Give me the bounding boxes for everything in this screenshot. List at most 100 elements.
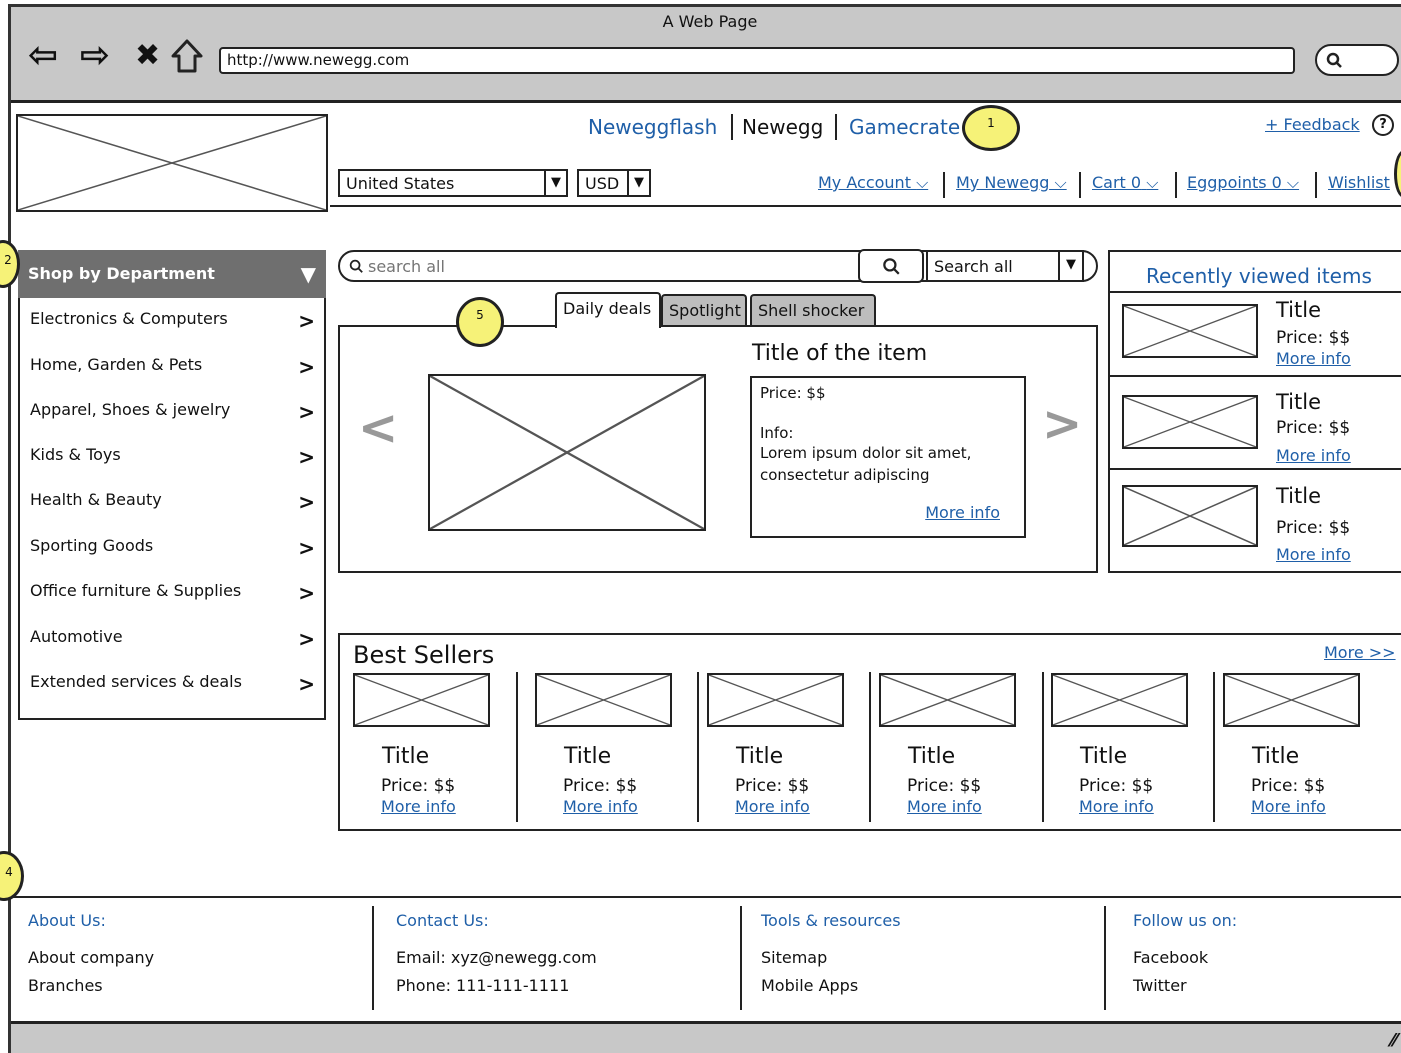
chevron-down-icon: ⌵: [1146, 173, 1159, 192]
best-seller-more-info[interactable]: More info: [563, 797, 638, 816]
chevron-down-icon: ⌵: [916, 173, 929, 192]
best-seller-more-info[interactable]: More info: [1251, 797, 1326, 816]
footer-heading-tools: Tools & resources: [761, 911, 901, 930]
country-select[interactable]: United States ▼: [338, 169, 568, 197]
best-seller-image[interactable]: [1223, 673, 1360, 727]
dept-label: Home, Garden & Pets: [30, 355, 203, 374]
site-link-gamecrate[interactable]: Gamecrate: [849, 115, 960, 139]
tab-spotlight[interactable]: Spotlight: [661, 294, 747, 328]
chevron-right-icon: >: [298, 400, 315, 424]
best-seller-image[interactable]: [353, 673, 490, 727]
best-seller-image[interactable]: [879, 673, 1016, 727]
footer-link[interactable]: Mobile Apps: [761, 976, 858, 995]
search-button[interactable]: [858, 249, 924, 283]
carousel-prev-icon[interactable]: <: [358, 400, 398, 456]
best-sellers-more-link[interactable]: More >>: [1324, 643, 1396, 662]
my-newegg-label: My Newegg: [956, 173, 1050, 192]
my-account-link[interactable]: My Account ⌵: [818, 173, 928, 193]
site-link-neweggflash[interactable]: Neweggflash: [588, 115, 717, 139]
divider: [1110, 375, 1401, 377]
best-seller-title: Title: [1252, 744, 1300, 769]
footer-phone: Phone: 111-111-1111: [396, 976, 570, 995]
dept-item-apparel[interactable]: Apparel, Shoes & jewelry >: [30, 400, 315, 424]
country-select-value: United States: [346, 174, 455, 193]
best-seller-price: Price: $$: [381, 776, 456, 796]
annotation-callout: 1: [962, 105, 1020, 151]
stop-icon[interactable]: ✖: [135, 38, 160, 74]
home-icon[interactable]: [170, 38, 204, 74]
best-seller-image[interactable]: [1051, 673, 1188, 727]
recent-item-more-info[interactable]: More info: [1276, 545, 1351, 564]
feedback-link[interactable]: + Feedback: [1265, 115, 1360, 134]
recent-item-image[interactable]: [1122, 485, 1258, 547]
search-icon: [1326, 52, 1342, 68]
best-seller-price: Price: $$: [1079, 776, 1154, 796]
deal-info-box: Price: $$ Info: Lorem ipsum dolor sit am…: [750, 376, 1026, 538]
cart-link[interactable]: Cart 0 ⌵: [1092, 173, 1158, 193]
best-seller-title: Title: [908, 744, 956, 769]
dept-item-kids-toys[interactable]: Kids & Toys >: [30, 445, 315, 469]
footer-heading-about: About Us:: [28, 911, 106, 930]
chevron-right-icon: >: [298, 490, 315, 514]
best-seller-more-info[interactable]: More info: [907, 797, 982, 816]
dept-item-extended-services[interactable]: Extended services & deals >: [30, 672, 315, 696]
dept-item-home-garden[interactable]: Home, Garden & Pets >: [30, 355, 315, 379]
best-seller-price: Price: $$: [563, 776, 638, 796]
tab-daily-deals[interactable]: Daily deals: [555, 292, 661, 328]
footer-link[interactable]: Twitter: [1133, 976, 1187, 995]
recent-item-price: Price: $$: [1276, 418, 1351, 438]
recent-item-image[interactable]: [1122, 395, 1258, 449]
divider: [697, 672, 699, 822]
currency-select[interactable]: USD ▼: [577, 169, 651, 197]
dept-item-sporting-goods[interactable]: Sporting Goods >: [30, 536, 315, 560]
dept-item-automotive[interactable]: Automotive >: [30, 627, 315, 651]
recent-item-more-info[interactable]: More info: [1276, 446, 1351, 465]
divider: [943, 172, 945, 198]
best-seller-more-info[interactable]: More info: [381, 797, 456, 816]
my-newegg-link[interactable]: My Newegg ⌵: [956, 173, 1067, 193]
deal-title: Title of the item: [752, 341, 928, 366]
my-account-label: My Account: [818, 173, 911, 192]
best-seller-image[interactable]: [535, 673, 672, 727]
url-bar[interactable]: http://www.newegg.com: [219, 47, 1295, 74]
best-sellers-heading: Best Sellers: [353, 641, 495, 669]
carousel-next-icon[interactable]: >: [1042, 396, 1082, 452]
tab-shell-shocker[interactable]: Shell shocker: [750, 294, 876, 328]
deal-more-info-link[interactable]: More info: [925, 503, 1000, 522]
footer-email[interactable]: Email: xyz@newegg.com: [396, 948, 597, 967]
footer-link[interactable]: Sitemap: [761, 948, 827, 967]
eggpoints-link[interactable]: Eggpoints 0 ⌵: [1187, 173, 1299, 193]
annotation-callout: 5: [456, 297, 504, 347]
best-seller-price: Price: $$: [1251, 776, 1326, 796]
footer-link[interactable]: About company: [28, 948, 154, 967]
chevron-right-icon: >: [298, 627, 315, 651]
chevron-down-icon: ⌵: [1054, 173, 1067, 192]
deal-image-placeholder[interactable]: [428, 374, 706, 531]
browser-search-box[interactable]: [1315, 44, 1399, 76]
wishlist-link[interactable]: Wishlist: [1328, 173, 1401, 192]
department-menu-header[interactable]: Shop by Department ▼: [18, 250, 326, 298]
help-icon[interactable]: ?: [1372, 114, 1394, 136]
search-scope-select[interactable]: Search all ▼: [926, 250, 1084, 282]
best-seller-price: Price: $$: [907, 776, 982, 796]
site-link-newegg[interactable]: Newegg: [742, 115, 823, 139]
chevron-right-icon: >: [298, 581, 315, 605]
recent-item-image[interactable]: [1122, 304, 1258, 358]
footer-link[interactable]: Facebook: [1133, 948, 1208, 967]
back-icon[interactable]: ⇦: [28, 38, 58, 74]
footer-link[interactable]: Branches: [28, 976, 103, 995]
dept-item-office[interactable]: Office furniture & Supplies >: [30, 581, 315, 605]
divider: [372, 906, 374, 1010]
currency-select-value: USD: [585, 174, 620, 193]
best-seller-more-info[interactable]: More info: [735, 797, 810, 816]
resize-grip-icon[interactable]: ⁄⁄: [1391, 1030, 1397, 1051]
eggpoints-label: Eggpoints 0: [1187, 173, 1282, 192]
dept-item-electronics[interactable]: Electronics & Computers >: [30, 309, 315, 333]
best-seller-more-info[interactable]: More info: [1079, 797, 1154, 816]
recent-item-more-info[interactable]: More info: [1276, 349, 1351, 368]
best-seller-image[interactable]: [707, 673, 844, 727]
search-input[interactable]: [368, 257, 848, 276]
header-divider: [330, 205, 1401, 207]
dept-item-health-beauty[interactable]: Health & Beauty >: [30, 490, 315, 514]
forward-icon[interactable]: ⇨: [80, 38, 110, 74]
